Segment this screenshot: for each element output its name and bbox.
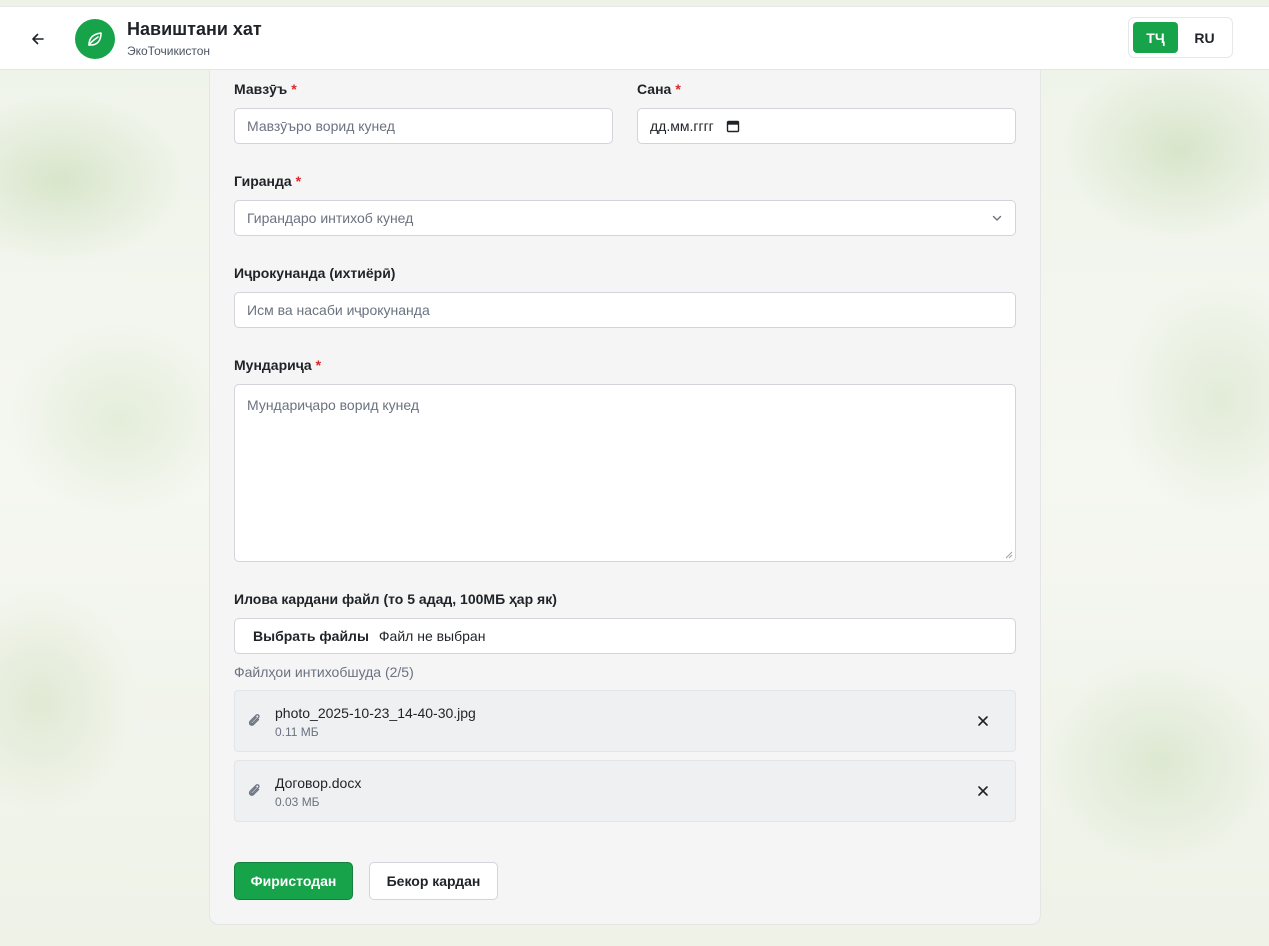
date-placeholder: дд.мм.гггг [650,118,714,134]
subject-placeholder: Мавзӯъро ворид кунед [247,118,395,134]
selected-files-caption: Файлҳои интихобшуда (2/5) [234,664,414,680]
recipient-label-text: Гиранда [234,173,292,189]
close-icon [978,786,988,796]
app-logo [75,19,115,59]
recipient-label: Гиранда * [234,173,301,189]
lang-tj-button[interactable]: ТҶ [1133,22,1178,53]
date-input[interactable]: дд.мм.гггг [637,108,1016,144]
recipient-select[interactable]: Гирандаро интихоб кунед [234,200,1016,236]
executor-label: Иҷрокунанда (ихтиёрӣ) [234,265,396,281]
executor-input[interactable]: Исм ва насаби иҷрокунанда [234,292,1016,328]
subject-label-text: Мавзӯъ [234,81,288,97]
language-switcher: ТҶ RU [1128,17,1233,58]
content-label: Мундариҷа * [234,357,321,373]
content-textarea[interactable]: Мундариҷаро ворид кунед [234,384,1016,562]
paperclip-icon [248,714,260,726]
date-label: Сана * [637,81,681,97]
content-placeholder: Мундариҷаро ворид кунед [247,397,420,413]
file-item: Договор.docx 0.03 МБ [234,760,1016,822]
leaf-icon [88,32,102,46]
content-label-text: Мундариҷа [234,357,312,373]
choose-files-button[interactable]: Выбрать файлы [253,628,369,644]
no-file-text: Файл не выбран [378,628,486,644]
required-mark: * [675,81,681,97]
submit-button[interactable]: Фиристодан [234,862,353,900]
required-mark: * [291,81,297,97]
subject-label: Мавзӯъ * [234,81,297,97]
top-header: Навиштани хат ЭкоТочикистон ТҶ RU [0,6,1269,70]
recipient-selected-value: Гирандаро интихоб кунед [247,210,414,226]
page-title: Навиштани хат [127,19,262,39]
required-mark: * [295,173,302,189]
subject-input[interactable]: Мавзӯъро ворид кунед [234,108,613,144]
file-name: photo_2025-10-23_14-40-30.jpg [275,705,476,721]
chevron-down-icon [992,215,1002,221]
attachments-label: Илова кардани файл (то 5 адад, 100МБ ҳар… [234,591,557,607]
remove-file-button[interactable] [973,781,993,801]
file-input[interactable]: Выбрать файлы Файл не выбран [234,618,1016,654]
file-size: 0.11 МБ [275,725,319,739]
executor-placeholder: Исм ва насаби иҷрокунанда [247,302,430,318]
lang-ru-button[interactable]: RU [1182,22,1227,53]
file-name: Договор.docx [275,775,362,791]
remove-file-button[interactable] [973,711,993,731]
file-item: photo_2025-10-23_14-40-30.jpg 0.11 МБ [234,690,1016,752]
resize-handle-icon[interactable] [1004,550,1013,559]
back-button[interactable] [24,25,52,53]
date-label-text: Сана [637,81,672,97]
paperclip-icon [248,784,260,796]
calendar-icon[interactable] [726,119,740,133]
required-mark: * [315,357,322,373]
app-subtitle: ЭкоТочикистон [127,44,211,58]
file-size: 0.03 МБ [275,795,320,809]
cancel-button[interactable]: Бекор кардан [369,862,498,900]
close-icon [978,716,988,726]
arrow-left-icon [32,33,44,45]
